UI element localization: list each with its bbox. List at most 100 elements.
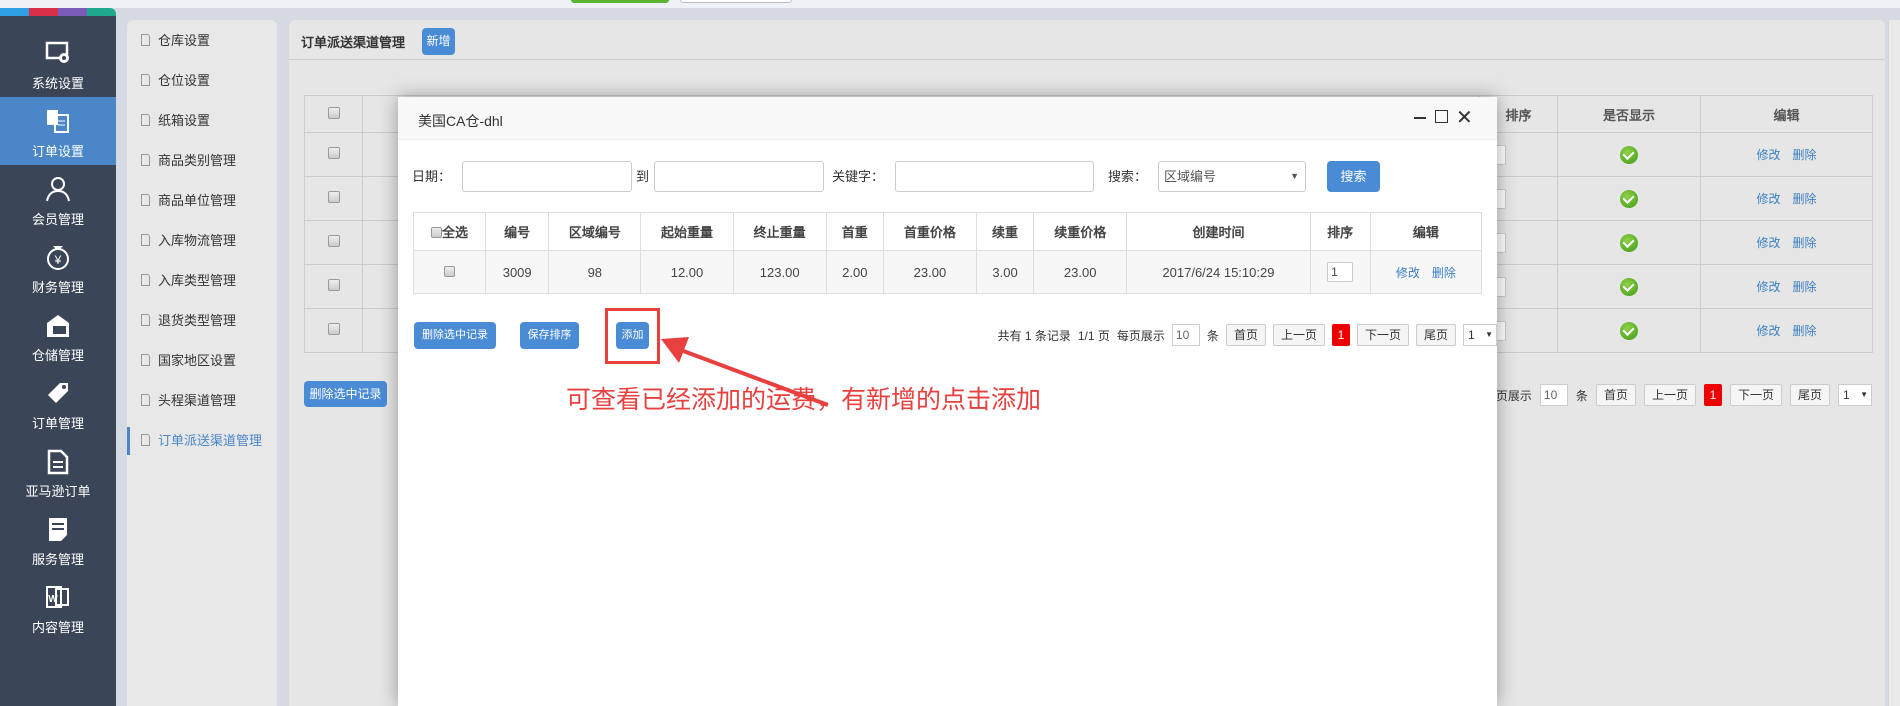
nav-item-6[interactable]: 亚马逊订单 [0,437,116,505]
subnav-item-label: 入库类型管理 [158,273,237,288]
subnav-item-label: 仓位设置 [158,73,211,88]
nav-item-3[interactable]: ¥ 财务管理 [0,233,116,301]
select-all-checkbox[interactable] [431,227,443,238]
delete-selected-button[interactable]: 删除选中记录 [414,322,496,349]
header-label: 终止重量 [753,225,806,240]
header-cell: 编辑 [1369,212,1483,251]
header-label: 全选 [442,225,469,240]
check-circle-icon [1620,189,1638,208]
nav-item-0[interactable]: 系统设置 [0,29,116,97]
header-label: 编辑 [1412,225,1439,240]
keyword-input[interactable] [895,161,1094,192]
last-page-button[interactable]: 尾页 [1415,324,1456,346]
per-page-input[interactable]: 10 [1539,384,1568,406]
edit-link[interactable]: 修改 [1396,266,1420,280]
row-checkbox[interactable] [327,323,340,335]
current-page[interactable]: 1 [1331,324,1350,346]
nav-item-5[interactable]: 订单管理 [0,369,116,437]
cell-created: 2017/6/24 15:10:29 [1126,250,1311,294]
date-from-input[interactable] [462,161,632,192]
edit-link[interactable]: 修改 [1756,280,1780,294]
date-to-input[interactable] [654,161,824,192]
delete-link[interactable]: 删除 [1793,192,1817,206]
edit-link[interactable]: 修改 [1756,148,1780,162]
nav-item-4[interactable]: 仓储管理 [0,301,116,369]
to-label: 到 [636,169,650,184]
subnav-item[interactable]: 商品单位管理 [127,187,277,215]
edit-link[interactable]: 修改 [1756,192,1780,206]
chevron-down-icon: ▼ [1290,171,1299,181]
current-page[interactable]: 1 [1703,384,1722,406]
first-page-button[interactable]: 首页 [1595,384,1636,406]
search-button[interactable]: 搜索 [1327,161,1380,192]
delete-link[interactable]: 删除 [1432,266,1456,280]
modal-titlebar: 美国CA仓-dhl ✕ [398,97,1497,140]
subnav-item[interactable]: 国家地区设置 [127,347,277,375]
nav-item-label: 会员管理 [31,212,84,227]
row-checkbox[interactable] [444,265,456,277]
header-cell: 起始重量 [640,212,734,251]
subnav-item[interactable]: 仓位设置 [127,67,277,95]
page-select[interactable]: 1 [1463,324,1497,346]
page-select[interactable]: 1 [1838,384,1872,406]
next-page-button[interactable]: 下一页 [1729,384,1782,406]
subnav-item[interactable]: 商品类别管理 [127,147,277,175]
subnav-item[interactable]: 退货类型管理 [127,307,277,335]
subnav-item[interactable]: 入库物流管理 [127,227,277,255]
close-icon[interactable]: ✕ [1456,105,1473,130]
first-page-button[interactable]: 首页 [1225,324,1266,346]
header-cell: 全选 [412,212,487,251]
subnav-item-label: 商品类别管理 [158,153,237,168]
money-bag-icon: ¥ [47,246,69,270]
subnav-item[interactable]: 纸箱设置 [127,107,277,135]
top-white-button[interactable] [680,0,792,3]
minimize-icon[interactable] [1414,117,1426,119]
select-all-checkbox[interactable] [327,106,340,119]
delete-link[interactable]: 删除 [1793,148,1817,162]
subnav-item-label: 入库物流管理 [158,233,237,248]
prev-page-button[interactable]: 上一页 [1272,324,1325,346]
delete-selected-button[interactable]: 删除选中记录 [304,381,387,407]
nav-item-1[interactable]: 订单设置 [0,97,116,165]
subnav-item-label: 国家地区设置 [158,353,237,368]
nav-item-7[interactable]: 服务管理 [0,505,116,573]
subnav-item[interactable]: 入库类型管理 [127,267,277,295]
file-icon [141,194,150,206]
add-new-button[interactable]: 新增 [422,28,455,55]
search-field-select[interactable]: 区域编号 ▼ [1158,161,1306,192]
maximize-icon[interactable] [1435,110,1448,123]
delete-link[interactable]: 删除 [1793,236,1817,250]
user-icon [46,177,70,202]
prev-page-button[interactable]: 上一页 [1643,384,1696,406]
subnav-item[interactable]: 订单派送渠道管理 [127,427,277,455]
table-row: 3009 98 12.00 123.00 2.00 23.00 3.00 23.00 2017/… [412,250,1483,294]
scrollbar[interactable] [1888,20,1900,706]
save-sort-button[interactable]: 保存排序 [520,322,579,349]
row-checkbox[interactable] [327,191,340,203]
nav-item-8[interactable]: W 内容管理 [0,573,116,641]
delete-link[interactable]: 删除 [1793,324,1817,338]
last-page-button[interactable]: 尾页 [1789,384,1830,406]
edit-link[interactable]: 修改 [1756,324,1780,338]
row-checkbox[interactable] [327,147,340,159]
header-cell: 首重 [825,212,884,251]
row-checkbox[interactable] [327,279,340,291]
row-checkbox[interactable] [327,235,340,247]
header-cell: 续重价格 [1033,212,1128,251]
annotation-text: 可查看已经添加的运费，有新增的点击添加 [566,386,1042,414]
next-page-button[interactable]: 下一页 [1356,324,1409,346]
date-label: 日期： [412,169,452,184]
sort-input[interactable]: 1 [1327,262,1354,282]
header-label: 创建时间 [1192,225,1245,240]
delete-link[interactable]: 删除 [1793,280,1817,294]
per-page-input[interactable]: 10 [1171,324,1200,346]
file-icon [141,154,150,166]
subnav-item[interactable]: 仓库设置 [127,27,277,55]
edit-link[interactable]: 修改 [1756,236,1780,250]
nav-item-2[interactable]: 会员管理 [0,165,116,233]
top-green-button[interactable] [571,0,669,3]
word-doc-icon: W [46,586,69,608]
header-cell: 续重 [976,212,1035,251]
subnav-item[interactable]: 头程渠道管理 [127,387,277,415]
check-circle-icon [1620,145,1638,164]
